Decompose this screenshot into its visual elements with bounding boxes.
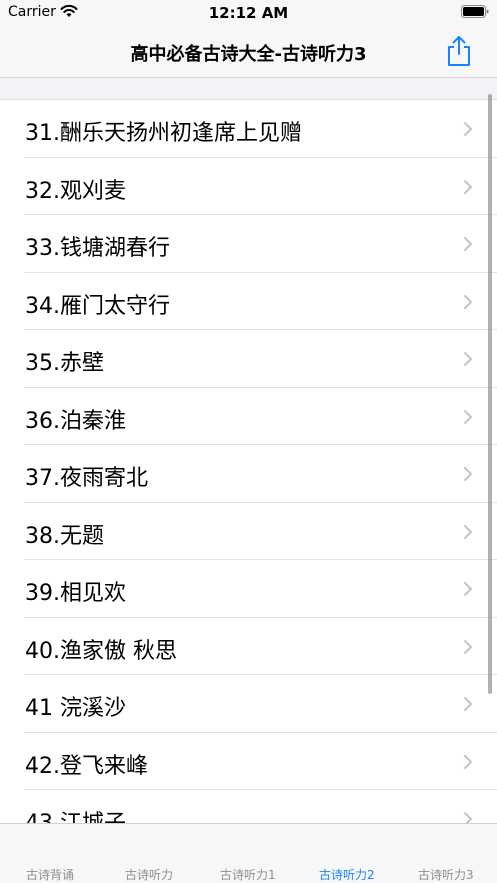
list-item-label: 43.江城子	[25, 805, 126, 823]
list-item[interactable]: 40.渔家傲 秋思	[0, 617, 497, 675]
chevron-right-icon	[464, 639, 472, 654]
chevron-right-icon	[464, 179, 472, 194]
share-icon[interactable]	[445, 34, 473, 68]
chevron-right-icon	[464, 812, 472, 823]
list-item-label: 39.相见欢	[25, 581, 126, 606]
list-item[interactable]: 39.相见欢	[0, 560, 497, 618]
battery-icon	[461, 5, 489, 18]
chevron-right-icon	[464, 582, 472, 596]
tab-listening[interactable]: 古诗听力	[125, 866, 173, 883]
list-item[interactable]: 33.钱塘湖春行	[0, 215, 497, 273]
list-item[interactable]: 34.雁门太守行	[0, 272, 497, 330]
navigation-bar: 高中必备古诗大全-古诗听力3	[0, 26, 497, 78]
list-item-label: 32.观刈麦	[25, 178, 126, 204]
list-item-label: 36.泊秦淮	[25, 408, 126, 434]
list-item-label: 42.登飞来峰	[25, 753, 148, 779]
list-item-label: 38.无题	[25, 523, 104, 549]
page-title: 高中必备古诗大全-古诗听力3	[130, 44, 367, 65]
chevron-right-icon	[464, 754, 472, 769]
list-item[interactable]: 41 浣溪沙	[0, 675, 497, 733]
tab-listening-3[interactable]: 古诗听力3	[418, 866, 474, 883]
tab-bar: 古诗背诵 古诗听力 古诗听力1 古诗听力2 古诗听力3	[0, 823, 497, 883]
chevron-right-icon	[464, 237, 472, 251]
list-item-label: 41 浣溪沙	[25, 696, 126, 721]
chevron-right-icon	[464, 524, 472, 539]
status-bar: Carrier 12:12 AM	[0, 0, 497, 26]
list-item-label: 34.雁门太守行	[25, 293, 170, 319]
tab-recite[interactable]: 古诗背诵	[26, 866, 74, 883]
poem-list: 31.酬乐天扬州初逢席上见赠 32.观刈麦 33.钱塘湖春行 34.雁门太守行 …	[0, 99, 497, 823]
list-item-label: 31.酬乐天扬州初逢席上见赠	[25, 121, 302, 146]
list-item[interactable]: 36.泊秦淮	[0, 387, 497, 445]
list-item[interactable]: 38.无题	[0, 502, 497, 560]
list-item[interactable]: 43.江城子	[0, 790, 497, 823]
chevron-right-icon	[464, 122, 472, 136]
chevron-right-icon	[464, 409, 472, 424]
list-item[interactable]: 37.夜雨寄北	[0, 445, 497, 503]
screen: Carrier 12:12 AM 高中必备古诗大全-古诗听力3 31.酬乐天扬州…	[0, 0, 497, 883]
tab-listening-1[interactable]: 古诗听力1	[220, 866, 276, 883]
list-item[interactable]: 32.观刈麦	[0, 157, 497, 215]
chevron-right-icon	[464, 467, 472, 481]
list-item-label: 33.钱塘湖春行	[25, 236, 170, 261]
list-item-label: 35.赤壁	[25, 351, 104, 376]
list-item-label: 37.夜雨寄北	[25, 466, 148, 491]
list-item-label: 40.渔家傲 秋思	[25, 638, 177, 664]
scrollbar[interactable]	[488, 94, 492, 694]
list-item[interactable]: 35.赤壁	[0, 330, 497, 388]
chevron-right-icon	[464, 697, 472, 711]
tab-listening-2[interactable]: 古诗听力2	[319, 866, 375, 883]
list-item[interactable]: 31.酬乐天扬州初逢席上见赠	[0, 100, 497, 158]
list-item[interactable]: 42.登飞来峰	[0, 732, 497, 790]
chevron-right-icon	[464, 352, 472, 366]
chevron-right-icon	[464, 294, 472, 309]
status-time: 12:12 AM	[208, 4, 289, 22]
